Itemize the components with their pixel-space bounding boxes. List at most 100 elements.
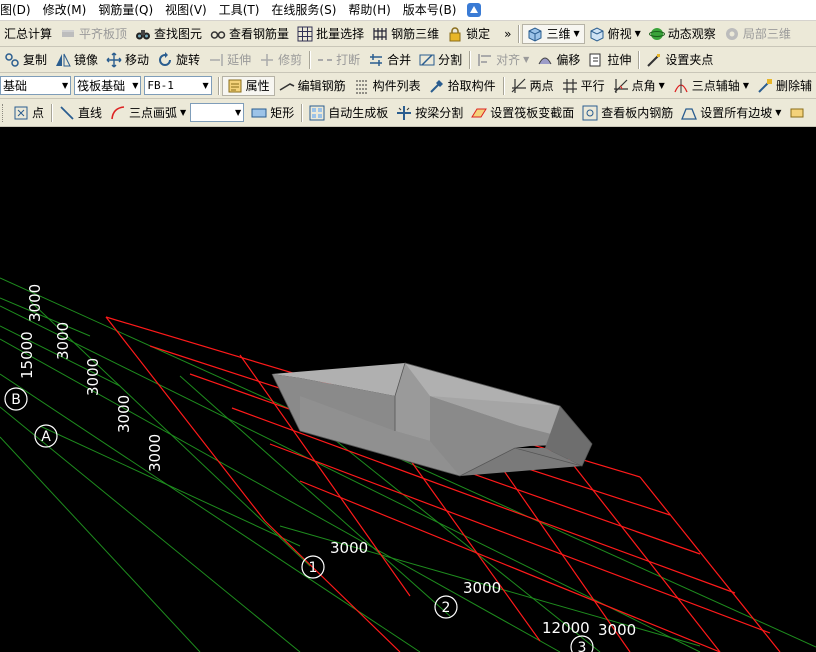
- axis-row-a-label: A: [41, 429, 51, 445]
- element-select[interactable]: FB-1 ▼: [144, 76, 212, 95]
- break-icon: [317, 52, 333, 68]
- properties-label: 属性: [245, 79, 270, 93]
- toolbar-grip[interactable]: [2, 103, 6, 122]
- axis-row-b: B: [4, 387, 28, 411]
- slopes-icon: [681, 105, 698, 121]
- overflow-tool-icon[interactable]: [789, 105, 805, 121]
- split-by-beam-label: 按梁分割: [415, 106, 464, 120]
- set-raft-section-button[interactable]: 设置筏板变截面: [467, 102, 578, 124]
- batch-select-label: 批量选择: [316, 27, 365, 41]
- mirror-button[interactable]: 镜像: [51, 49, 102, 71]
- set-clip-point-button[interactable]: 设置夹点: [642, 49, 717, 71]
- menu-help[interactable]: 帮助(H): [342, 0, 396, 20]
- stretch-label: 拉伸: [607, 53, 632, 67]
- auto-board-icon: [309, 105, 325, 121]
- stretch-icon: [588, 52, 604, 68]
- copy-label: 复制: [23, 53, 48, 67]
- trim-icon: [259, 52, 275, 68]
- three-point-arc-dropdown[interactable]: 三点画弧 ▼: [106, 102, 190, 124]
- delete-axis-button[interactable]: 删除辅: [753, 75, 816, 97]
- menu-online-service[interactable]: 在线服务(S): [265, 0, 342, 20]
- partial-3d-button[interactable]: 局部三维: [720, 23, 795, 45]
- align-dropdown[interactable]: 对齐 ▼: [473, 49, 533, 71]
- menu-modify[interactable]: 修改(M): [37, 0, 93, 20]
- rectangle-button[interactable]: 矩形: [247, 102, 298, 124]
- offset-icon: [537, 52, 553, 68]
- split-by-beam-button[interactable]: 按梁分割: [392, 102, 467, 124]
- parallel-button[interactable]: 平行: [558, 75, 609, 97]
- merge-button[interactable]: 合并: [364, 49, 415, 71]
- trim-button[interactable]: 修剪: [255, 49, 306, 71]
- view-rebar-qty-button[interactable]: 查看钢筋量: [206, 23, 293, 45]
- menu-view[interactable]: 视图(V): [159, 0, 213, 20]
- flat-board-top-button[interactable]: 平齐板顶: [56, 23, 131, 45]
- raft-solid-3d[interactable]: [271, 362, 593, 477]
- menu-draw[interactable]: 图(D): [0, 0, 37, 20]
- menu-tools[interactable]: 工具(T): [213, 0, 266, 20]
- auto-generate-board-button[interactable]: 自动生成板: [305, 102, 392, 124]
- point-button[interactable]: 点: [9, 102, 48, 124]
- chevron-down-icon: ▼: [180, 108, 187, 117]
- view-board-rebar-button[interactable]: 查看板内钢筋: [578, 102, 677, 124]
- element-list-button[interactable]: 构件列表: [350, 75, 425, 97]
- two-points-label: 两点: [529, 79, 554, 93]
- split-button[interactable]: 分割: [415, 49, 466, 71]
- move-button[interactable]: 移动: [102, 49, 153, 71]
- rotate-icon: [157, 51, 173, 68]
- point-angle-icon: [613, 78, 629, 94]
- flat-board-icon: [60, 26, 76, 42]
- row-spacing-dim: 3000: [54, 322, 72, 360]
- chevron-down-icon: ▼: [658, 81, 665, 90]
- properties-button[interactable]: 属性: [221, 75, 275, 96]
- auto-generate-board-label: 自动生成板: [328, 106, 389, 120]
- rotate-button[interactable]: 旋转: [153, 49, 204, 71]
- layer-select[interactable]: 基础 ▼: [0, 76, 72, 95]
- partial-3d-gear-icon: [724, 26, 740, 42]
- find-element-label: 查找图元: [154, 27, 203, 41]
- offset-button[interactable]: 偏移: [533, 49, 584, 71]
- view-3d-dropdown[interactable]: 三维 ▼: [522, 23, 585, 44]
- separator: [309, 50, 311, 69]
- point-angle-dropdown[interactable]: 点角 ▼: [609, 75, 669, 97]
- two-points-button[interactable]: 两点: [507, 75, 558, 97]
- extend-icon: [208, 52, 224, 68]
- set-all-slopes-dropdown[interactable]: 设置所有边坡 ▼: [677, 102, 785, 124]
- break-button[interactable]: 打断: [313, 49, 364, 71]
- type-select[interactable]: 筏板基础 ▼: [74, 76, 142, 95]
- col-spacing-dim: 3000: [463, 579, 501, 597]
- summary-calc-button[interactable]: 汇总计算: [0, 23, 56, 45]
- extend-button[interactable]: 延伸: [204, 49, 255, 71]
- line-label: 直线: [78, 106, 103, 120]
- edit-rebar-icon: [279, 78, 295, 94]
- three-point-axis-dropdown[interactable]: 三点辅轴 ▼: [669, 75, 753, 97]
- app-logo-icon[interactable]: [466, 2, 482, 18]
- rebar-3d-button[interactable]: 钢筋三维: [368, 23, 443, 45]
- view-rebar-qty-label: 查看钢筋量: [229, 27, 290, 41]
- offset-label: 偏移: [556, 53, 581, 67]
- col-total-dim: 12000: [542, 619, 590, 637]
- arc-mode-select[interactable]: ▼: [190, 103, 245, 122]
- dynamic-observe-button[interactable]: 动态观察: [645, 23, 720, 45]
- axis-col-1: 1: [301, 555, 325, 579]
- menu-rebar-qty[interactable]: 钢筋量(Q): [92, 0, 159, 20]
- chevron-down-icon: ▼: [634, 29, 641, 38]
- drawing-svg[interactable]: A B 1 2 3 3000 3000 3000 3000 3000 15000 3000 3000 3…: [0, 126, 816, 652]
- drawing-canvas[interactable]: A B 1 2 3 3000 3000 3000 3000 3000 15000 3000 3000 3…: [0, 126, 816, 652]
- merge-label: 合并: [387, 53, 412, 67]
- lock-button[interactable]: 锁定: [443, 23, 494, 45]
- copy-button[interactable]: 复制: [0, 49, 51, 71]
- edit-rebar-label: 编辑钢筋: [297, 79, 346, 93]
- menu-version[interactable]: 版本号(B): [397, 0, 463, 20]
- top-view-dropdown[interactable]: 俯视 ▼: [585, 23, 645, 45]
- batch-select-button[interactable]: 批量选择: [293, 23, 368, 45]
- line-button[interactable]: 直线: [55, 102, 106, 124]
- set-raft-section-label: 设置筏板变截面: [490, 106, 575, 120]
- toolbar-overflow-button[interactable]: »: [500, 23, 515, 45]
- find-element-button[interactable]: 查找图元: [131, 23, 206, 45]
- stretch-button[interactable]: 拉伸: [584, 49, 635, 71]
- pick-element-button[interactable]: 拾取构件: [425, 75, 500, 97]
- chevron-down-icon: ▼: [235, 108, 242, 117]
- point-angle-label: 点角: [631, 79, 656, 93]
- flat-board-top-label: 平齐板顶: [79, 27, 128, 41]
- edit-rebar-button[interactable]: 编辑钢筋: [275, 75, 350, 97]
